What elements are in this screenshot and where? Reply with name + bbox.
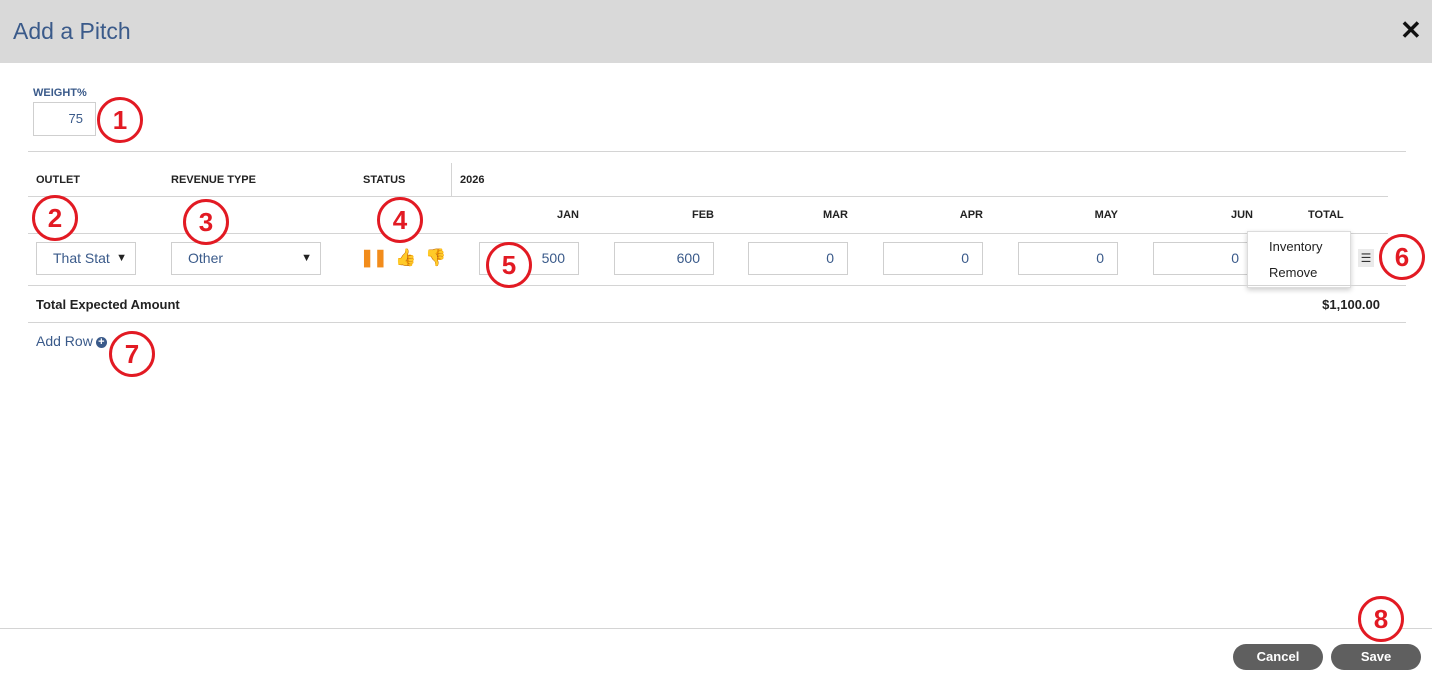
revenue-type-header: REVENUE TYPE <box>171 174 256 186</box>
modal-title: Add a Pitch <box>13 18 131 44</box>
outlet-header: OUTLET <box>36 174 80 186</box>
year-header: 2026 <box>460 174 485 186</box>
annotation-marker-2: 2 <box>32 195 78 241</box>
add-pitch-modal: Add a Pitch ✕ WEIGHT% 75 OUTLET REVENUE … <box>0 0 1432 683</box>
amount-input-apr[interactable]: 0 <box>883 242 983 275</box>
total-expected-value: $1,100.00 <box>1322 297 1380 312</box>
annotation-marker-1: 1 <box>97 97 143 143</box>
annotation-marker-3: 3 <box>183 199 229 245</box>
menu-item-inventory[interactable]: Inventory <box>1269 239 1322 254</box>
annotation-marker-7: 7 <box>109 331 155 377</box>
add-row-label: Add Row <box>36 333 93 349</box>
menu-item-remove[interactable]: Remove <box>1269 265 1317 280</box>
divider <box>28 233 1388 234</box>
month-header-jan: JAN <box>556 209 579 221</box>
plus-circle-icon: + <box>95 337 107 348</box>
annotation-marker-5: 5 <box>486 242 532 288</box>
month-header-feb: FEB <box>692 209 714 221</box>
chevron-down-icon: ▼ <box>116 252 127 264</box>
amount-input-mar[interactable]: 0 <box>748 242 848 275</box>
month-header-apr: APR <box>959 209 983 221</box>
weight-input[interactable]: 75 <box>33 102 96 136</box>
pause-icon[interactable]: ❚❚ <box>360 248 387 268</box>
divider <box>28 322 1406 323</box>
row-menu-dropdown: Inventory Remove <box>1247 231 1351 288</box>
footer-divider <box>0 628 1432 629</box>
annotation-marker-8: 8 <box>1358 596 1404 642</box>
total-expected-label: Total Expected Amount <box>36 297 180 312</box>
amount-input-jun[interactable]: 0 <box>1153 242 1253 275</box>
divider <box>28 151 1406 152</box>
amount-input-feb[interactable]: 600 <box>614 242 714 275</box>
month-header-may: MAY <box>1094 209 1118 221</box>
amount-input-may[interactable]: 0 <box>1018 242 1118 275</box>
chevron-down-icon: ▼ <box>301 252 312 264</box>
total-header: TOTAL <box>1308 209 1344 221</box>
annotation-marker-4: 4 <box>377 197 423 243</box>
month-header-mar: MAR <box>822 209 848 221</box>
weight-value: 75 <box>68 111 83 126</box>
month-header-jun: JUN <box>1230 209 1253 221</box>
revenue-type-value: Other <box>188 250 224 266</box>
divider <box>28 196 1388 197</box>
modal-header: Add a Pitch ✕ <box>0 0 1432 63</box>
add-row-link[interactable]: Add Row + <box>36 333 107 349</box>
annotation-marker-6: 6 <box>1379 234 1425 280</box>
thumbs-up-icon[interactable]: 👍 <box>395 248 416 268</box>
weight-label: WEIGHT% <box>33 87 87 99</box>
row-menu-icon[interactable]: ☰ <box>1358 249 1374 267</box>
outlet-select-value: That Stat <box>53 250 110 266</box>
thumbs-down-icon[interactable]: 👎 <box>425 248 446 268</box>
status-icons: ❚❚ 👍 👎 <box>360 248 450 268</box>
save-button[interactable]: Save <box>1331 644 1421 670</box>
close-icon[interactable]: ✕ <box>1400 17 1422 43</box>
status-header: STATUS <box>363 174 406 186</box>
divider <box>28 285 1406 286</box>
cancel-button[interactable]: Cancel <box>1233 644 1323 670</box>
divider <box>451 163 452 196</box>
revenue-type-select[interactable]: Other ▼ <box>171 242 321 275</box>
outlet-select[interactable]: That Stat ▼ <box>36 242 136 275</box>
